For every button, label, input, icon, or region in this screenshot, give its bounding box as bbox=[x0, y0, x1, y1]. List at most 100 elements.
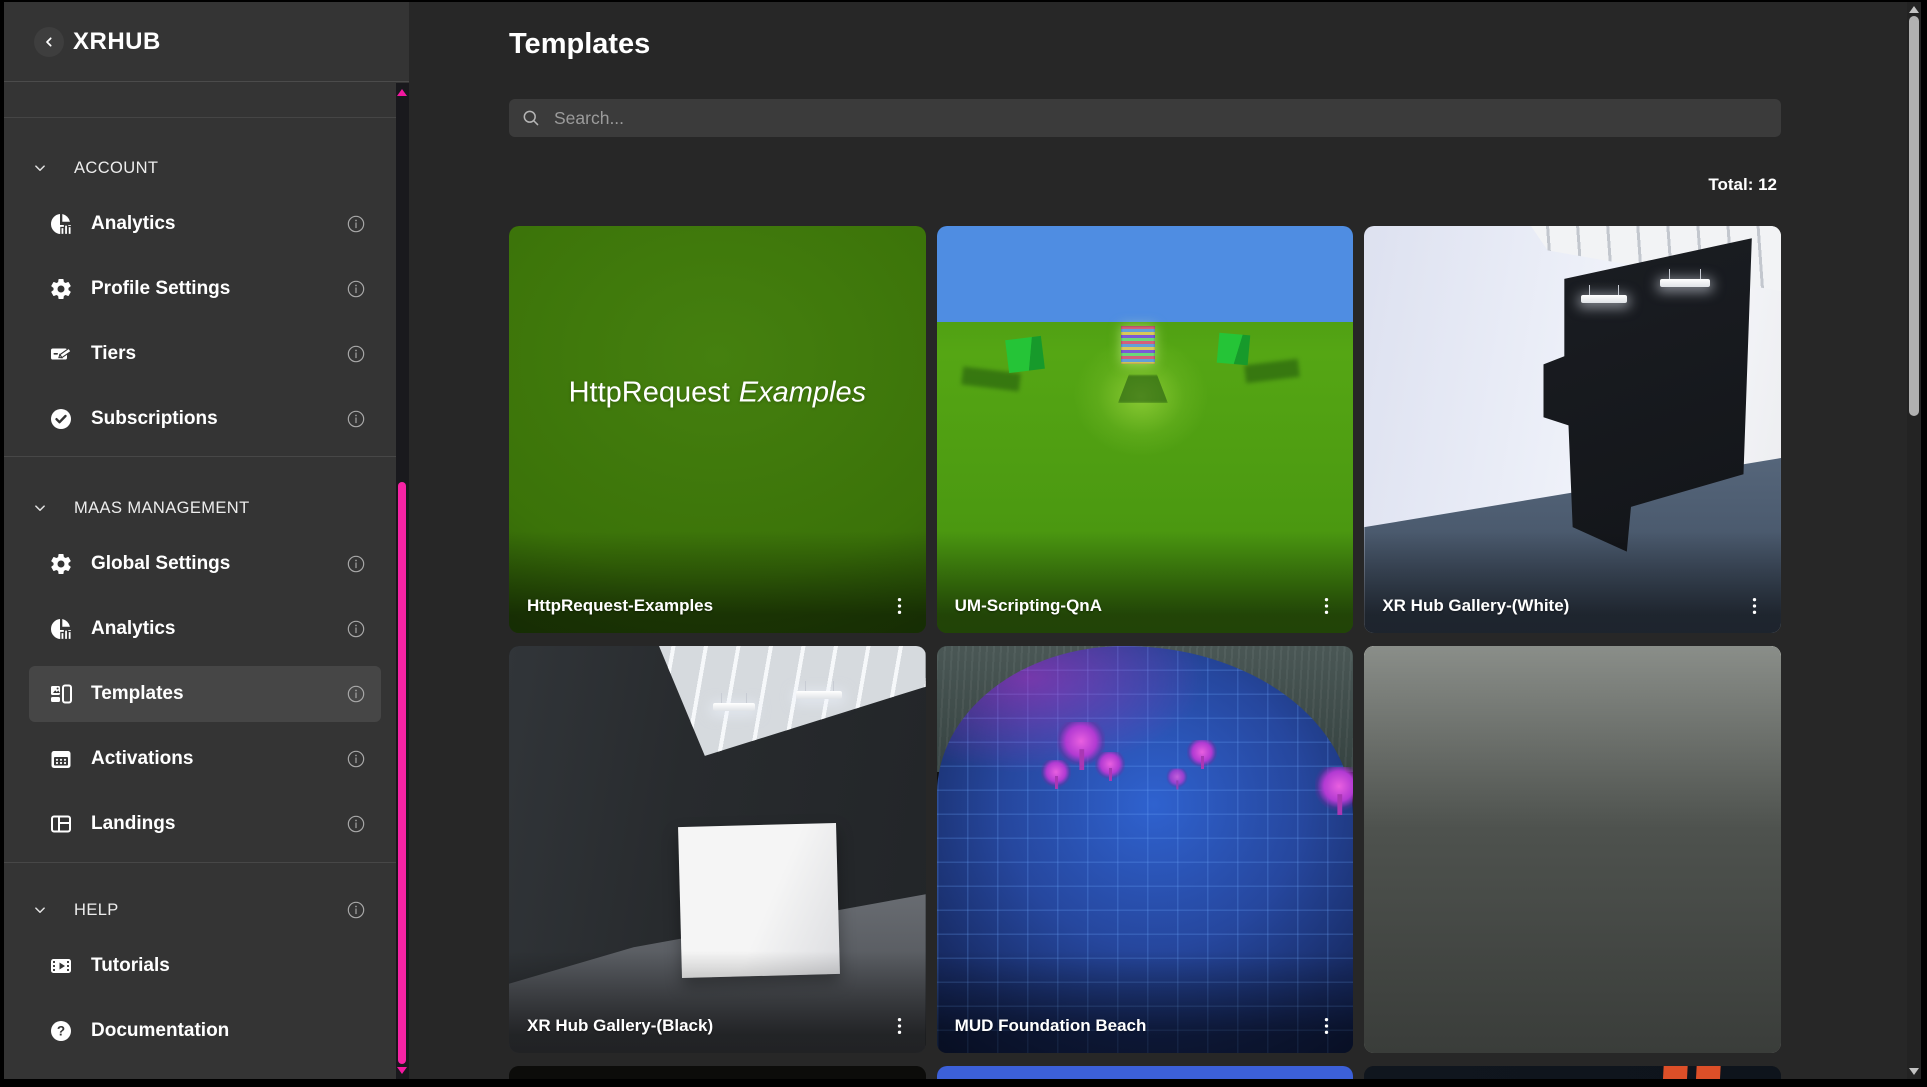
back-button[interactable] bbox=[34, 27, 64, 57]
total-count: Total: 12 bbox=[1708, 175, 1777, 195]
sidebar-item-global-settings[interactable]: Global Settings bbox=[4, 536, 396, 592]
template-card-dminti-empty[interactable]: DMINTI Empty bbox=[1364, 646, 1781, 1053]
info-icon bbox=[346, 344, 366, 364]
section-header-help[interactable]: HELP bbox=[4, 882, 396, 938]
thumbnail-title-regular: HttpRequest bbox=[569, 376, 730, 408]
scroll-up-arrow[interactable] bbox=[1909, 6, 1919, 13]
chevron-down-icon bbox=[31, 901, 49, 919]
info-button[interactable] bbox=[346, 814, 366, 834]
template-card-partial[interactable] bbox=[1364, 1066, 1781, 1079]
info-button[interactable] bbox=[346, 749, 366, 769]
chevron-down-icon bbox=[31, 499, 49, 517]
section-header-account[interactable]: ACCOUNT bbox=[4, 140, 396, 196]
sidebar-item-activations[interactable]: Activations bbox=[4, 731, 396, 787]
template-thumbnail bbox=[509, 1066, 926, 1079]
template-card-xr-hub-gallery-white[interactable]: XR Hub Gallery-(White) bbox=[1364, 226, 1781, 633]
gear-icon bbox=[49, 277, 73, 301]
svg-text:?: ? bbox=[57, 1024, 65, 1039]
scene-layer bbox=[509, 1066, 926, 1079]
scene-layer bbox=[796, 691, 842, 699]
info-icon bbox=[346, 409, 366, 429]
card-edit-icon bbox=[49, 342, 73, 366]
analytics-icon bbox=[49, 212, 73, 236]
card-label-bar: XR Hub Gallery-(White) bbox=[1364, 579, 1781, 633]
divider bbox=[4, 456, 396, 457]
info-button[interactable] bbox=[346, 344, 366, 364]
page-scrollbar[interactable] bbox=[1907, 2, 1921, 1079]
info-icon bbox=[346, 749, 366, 769]
kebab-icon bbox=[890, 593, 910, 619]
info-button[interactable] bbox=[346, 409, 366, 429]
template-grid: HttpRequestExamplesHttpRequest-ExamplesU… bbox=[509, 226, 1781, 1079]
card-menu-button[interactable] bbox=[1745, 593, 1765, 619]
info-button[interactable] bbox=[346, 554, 366, 574]
sidebar-item-label: Analytics bbox=[91, 213, 346, 235]
sidebar-item-tiers[interactable]: Tiers bbox=[4, 326, 396, 382]
sidebar-item-analytics[interactable]: Analytics bbox=[4, 601, 396, 657]
template-card-um-scripting-qna[interactable]: UM-Scripting-QnA bbox=[937, 226, 1354, 633]
scroll-down-arrow[interactable] bbox=[397, 1067, 407, 1074]
sidebar-item-label: Subscriptions bbox=[91, 408, 346, 430]
card-menu-button[interactable] bbox=[1317, 593, 1337, 619]
template-name: XR Hub Gallery-(White) bbox=[1382, 596, 1569, 616]
template-thumbnail bbox=[1364, 1066, 1781, 1079]
sidebar-header: XRHUB bbox=[4, 2, 409, 82]
info-icon bbox=[346, 554, 366, 574]
scene-layer bbox=[713, 703, 755, 711]
template-card-httprequest-examples[interactable]: HttpRequestExamplesHttpRequest-Examples bbox=[509, 226, 926, 633]
scroll-down-arrow[interactable] bbox=[1909, 1068, 1919, 1075]
template-card-partial[interactable] bbox=[937, 1066, 1354, 1079]
sidebar-item-profile-settings[interactable]: Profile Settings bbox=[4, 261, 396, 317]
chevron-down-icon bbox=[31, 159, 49, 177]
info-icon bbox=[346, 814, 366, 834]
card-menu-button[interactable] bbox=[890, 1013, 910, 1039]
scene-layer bbox=[937, 1066, 1354, 1079]
sidebar-item-label: Documentation bbox=[91, 1020, 366, 1042]
calendar-icon bbox=[49, 747, 73, 771]
card-menu-button[interactable] bbox=[1317, 1013, 1337, 1039]
sidebar-item-label: Tiers bbox=[91, 343, 346, 365]
sidebar-item-landings[interactable]: Landings bbox=[4, 796, 396, 852]
analytics-icon bbox=[49, 617, 73, 641]
layout-icon bbox=[49, 812, 73, 836]
sidebar-item-label: Landings bbox=[91, 813, 346, 835]
video-icon bbox=[49, 954, 73, 978]
scene-layer bbox=[937, 226, 1354, 322]
info-icon bbox=[346, 279, 366, 299]
sidebar: XRHUB ACCOUNT Analytics Profile Settings Ti… bbox=[4, 2, 409, 1079]
app-window: XRHUB ACCOUNT Analytics Profile Settings Ti… bbox=[4, 2, 1921, 1079]
template-name: XR Hub Gallery-(Black) bbox=[527, 1016, 713, 1036]
scroll-up-arrow[interactable] bbox=[397, 89, 407, 96]
sidebar-item-analytics[interactable]: Analytics bbox=[4, 196, 396, 252]
sidebar-scrollbar[interactable] bbox=[396, 83, 409, 1079]
search-input[interactable] bbox=[552, 107, 1769, 130]
info-button[interactable] bbox=[346, 279, 366, 299]
page-scrollbar-thumb[interactable] bbox=[1909, 16, 1919, 416]
search-bar[interactable] bbox=[509, 99, 1781, 137]
info-button[interactable] bbox=[346, 619, 366, 639]
sidebar-item-templates[interactable]: Templates bbox=[4, 666, 396, 722]
templates-icon bbox=[49, 682, 73, 706]
card-menu-button[interactable] bbox=[890, 593, 910, 619]
sidebar-scrollbar-thumb[interactable] bbox=[398, 482, 406, 1064]
sidebar-item-tutorials[interactable]: Tutorials bbox=[4, 938, 396, 994]
template-card-xr-hub-gallery-black[interactable]: XR Hub Gallery-(Black) bbox=[509, 646, 926, 1053]
template-card-mud-foundation-beach[interactable]: MUD Foundation Beach bbox=[937, 646, 1354, 1053]
scene-layer bbox=[1364, 646, 1781, 1053]
scene-layer bbox=[1315, 767, 1353, 815]
sidebar-item-label: Tutorials bbox=[91, 955, 366, 977]
sidebar-item-label: Analytics bbox=[91, 618, 346, 640]
scene-layer bbox=[1217, 333, 1250, 366]
info-button[interactable] bbox=[346, 684, 366, 704]
card-label-bar: XR Hub Gallery-(Black) bbox=[509, 999, 926, 1053]
sidebar-nav: ACCOUNT Analytics Profile Settings Tiers Sub… bbox=[4, 83, 396, 1079]
section-header-maas-management[interactable]: MAAS MANAGEMENT bbox=[4, 480, 396, 536]
kebab-icon bbox=[1317, 1013, 1337, 1039]
info-button[interactable] bbox=[346, 214, 366, 234]
sidebar-item-label: Activations bbox=[91, 748, 346, 770]
info-button[interactable] bbox=[346, 900, 366, 920]
template-card-partial[interactable] bbox=[509, 1066, 926, 1079]
sidebar-item-subscriptions[interactable]: Subscriptions bbox=[4, 391, 396, 447]
sidebar-item-documentation[interactable]: ? Documentation bbox=[4, 1003, 396, 1059]
main-content: Templates Total: 12 HttpRequestExamplesH… bbox=[409, 2, 1921, 1079]
